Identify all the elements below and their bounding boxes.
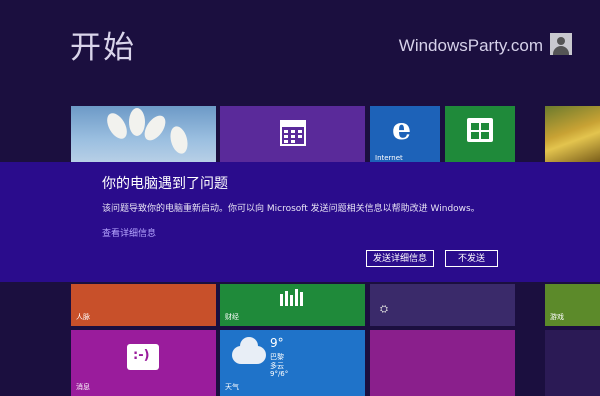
weather-range: 9°/6° xyxy=(270,370,289,378)
messaging-icon: :-) xyxy=(127,344,159,370)
tile-label: Internet xyxy=(375,154,403,162)
internet-explorer-tile[interactable]: e Internet xyxy=(370,106,440,162)
dont-send-button[interactable]: 不发送 xyxy=(445,250,498,267)
internet-explorer-icon: e xyxy=(392,112,412,147)
flower-image xyxy=(140,111,170,145)
landscape-tile[interactable] xyxy=(545,106,600,162)
weather-temperature: 9° xyxy=(270,336,284,350)
dialog-title: 你的电脑遇到了问题 xyxy=(102,176,228,192)
start-screen-title: 开始 xyxy=(70,30,136,66)
flower-image xyxy=(103,109,131,143)
app-tile[interactable] xyxy=(370,330,515,396)
calendar-tile[interactable] xyxy=(220,106,365,162)
messaging-tile[interactable]: :-) 消息 xyxy=(71,330,216,396)
tile-label: 财经 xyxy=(225,313,239,321)
user-name[interactable]: WindowsParty.com xyxy=(399,36,543,56)
app-tile[interactable] xyxy=(545,330,600,396)
avatar-body xyxy=(553,46,569,55)
finance-tile[interactable]: 财经 xyxy=(220,284,365,326)
avatar-head xyxy=(557,37,565,45)
store-tile[interactable] xyxy=(445,106,515,162)
tile-label: 天气 xyxy=(225,383,239,391)
cloud-icon xyxy=(232,337,266,364)
people-tile[interactable]: 人脉 xyxy=(71,284,216,326)
error-dialog: 你的电脑遇到了问题 该问题导致你的电脑重新启动。你可以向 Microsoft 发… xyxy=(0,162,600,282)
tile-label: 消息 xyxy=(76,383,90,391)
avatar[interactable] xyxy=(550,33,572,55)
dialog-message: 该问题导致你的电脑重新启动。你可以向 Microsoft 发送问题相关信息以帮助… xyxy=(102,204,480,214)
tile-label: 人脉 xyxy=(76,313,90,321)
chart-icon xyxy=(280,289,303,306)
store-icon xyxy=(467,118,493,142)
photos-tile[interactable] xyxy=(71,106,216,162)
send-details-button[interactable]: 发送详细信息 xyxy=(366,250,434,267)
trophy-icon: ⛭ xyxy=(380,304,388,315)
flower-image xyxy=(129,108,145,136)
sports-tile[interactable]: ⛭ xyxy=(370,284,515,326)
view-details-link[interactable]: 查看详细信息 xyxy=(102,226,156,239)
calendar-icon xyxy=(280,120,306,146)
tile-label: 游戏 xyxy=(550,313,564,321)
weather-tile[interactable]: 9° 巴黎 多云 9°/6° 天气 xyxy=(220,330,365,396)
flower-image xyxy=(167,124,191,156)
games-tile[interactable]: 游戏 xyxy=(545,284,600,326)
